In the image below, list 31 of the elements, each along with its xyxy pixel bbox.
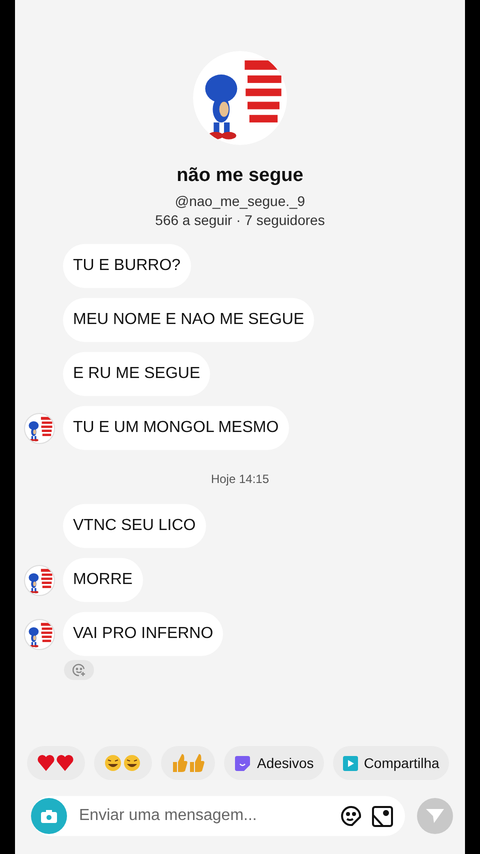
share-button[interactable]: Compartilha bbox=[332, 746, 450, 780]
message-bubble: MORRE bbox=[63, 558, 143, 602]
message-bubble: MEU NOME E NAO ME SEGUE bbox=[63, 298, 314, 342]
image-icon bbox=[372, 806, 393, 826]
share-icon bbox=[342, 756, 358, 770]
camera-button[interactable] bbox=[31, 798, 67, 834]
thumbs-up-icon bbox=[171, 753, 205, 773]
hearts-icon bbox=[37, 754, 75, 772]
message-bubble: E RU ME SEGUE bbox=[63, 352, 210, 396]
sticker-face-icon bbox=[340, 805, 362, 827]
profile-name: não me segue bbox=[176, 165, 304, 187]
send-icon bbox=[426, 808, 444, 824]
laughing-faces-icon bbox=[104, 754, 142, 772]
profile-handle: @nao_me_segue._9 bbox=[174, 193, 306, 209]
smiley-plus-icon bbox=[72, 663, 86, 677]
sticker-icon bbox=[234, 754, 251, 772]
message-bubble: TU E BURRO? bbox=[63, 244, 191, 288]
camera-icon bbox=[41, 810, 57, 822]
message-bubble: VTNC SEU LICO bbox=[63, 504, 206, 548]
quick-reaction-button[interactable] bbox=[27, 746, 85, 780]
message-composer[interactable]: Enviar uma mensagem... bbox=[31, 796, 405, 836]
profile-stats: 566 a seguir · 7 seguidores bbox=[155, 212, 325, 228]
gallery-button[interactable] bbox=[372, 806, 393, 826]
message-bubble: VAI PRO INFERNO bbox=[63, 612, 224, 656]
sticker-button[interactable] bbox=[340, 805, 362, 827]
add-reaction-button[interactable] bbox=[64, 660, 94, 680]
stickers-button[interactable]: Adesivos bbox=[224, 746, 324, 780]
quick-reaction-button[interactable] bbox=[94, 746, 152, 780]
message-input-field[interactable]: Enviar uma mensagem... bbox=[77, 806, 330, 826]
timestamp: Hoje 14:15 bbox=[210, 472, 270, 486]
message-bubble: TU E UM MONGOL MESMO bbox=[63, 406, 289, 450]
